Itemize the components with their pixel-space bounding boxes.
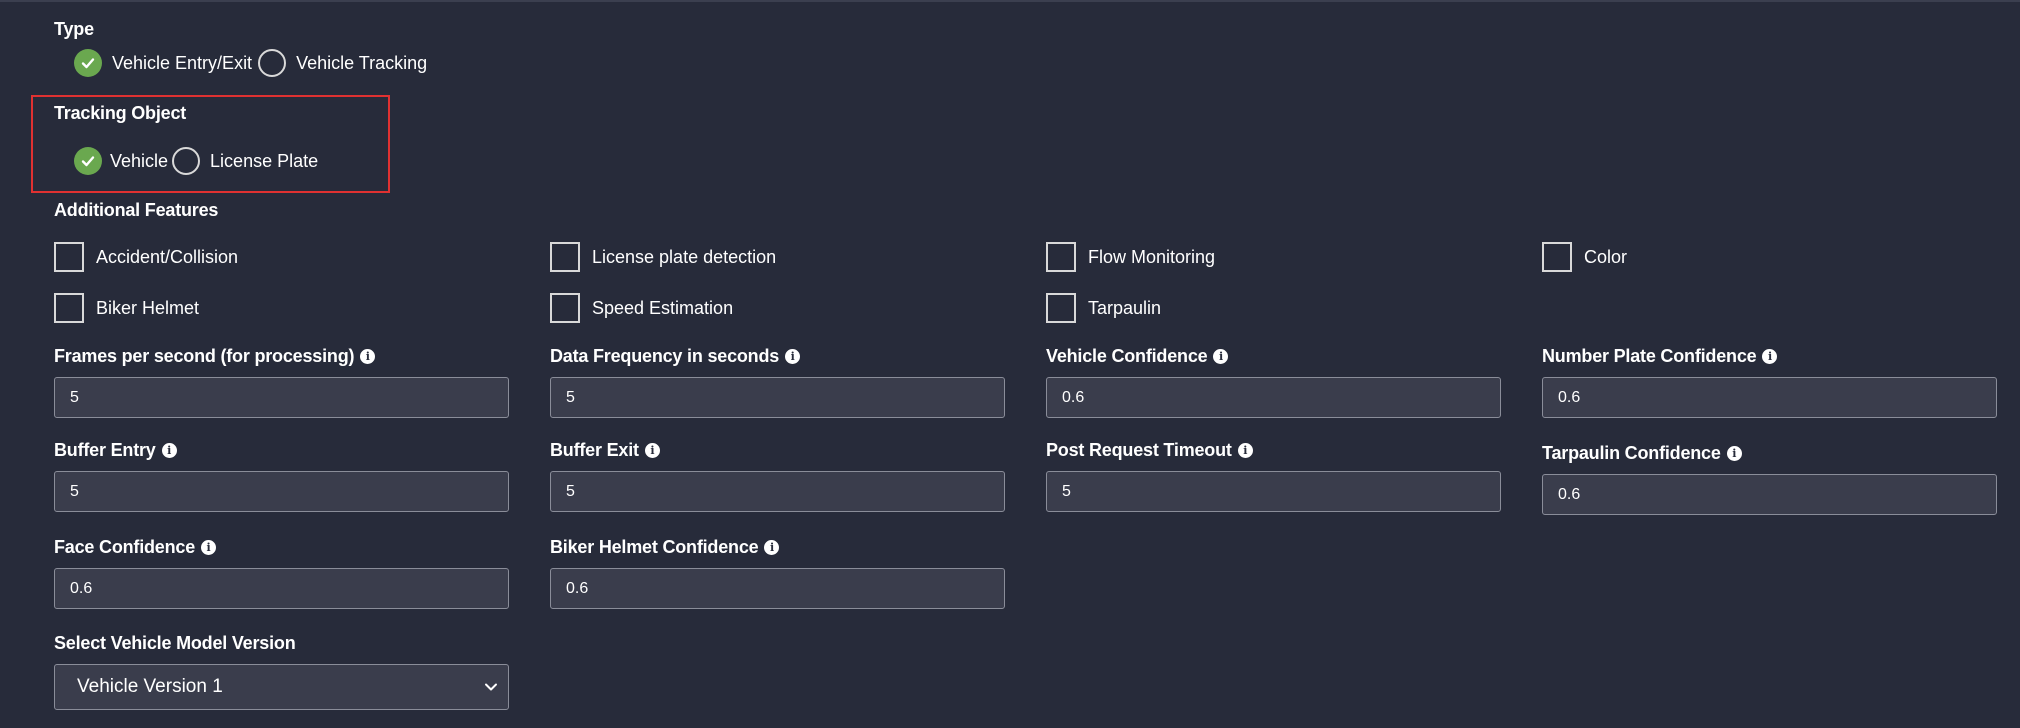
field-fps: Frames per second (for processing) i: [54, 346, 550, 418]
feature-license-plate-detection[interactable]: License plate detection: [550, 242, 1046, 272]
fields-row-3: Face Confidence i Biker Helmet Confidence…: [54, 537, 1996, 609]
fps-input[interactable]: [54, 377, 509, 418]
fields-row-1: Frames per second (for processing) i Data…: [54, 346, 1997, 418]
field-label: Post Request Timeout: [1046, 440, 1232, 460]
checkbox[interactable]: [54, 242, 84, 272]
buffer-exit-input[interactable]: [550, 471, 1005, 512]
radio-label: Vehicle Entry/Exit: [112, 52, 253, 73]
type-radio-group: Vehicle Entry/Exit Vehicle Tracking: [74, 49, 433, 77]
checkbox[interactable]: [54, 293, 84, 323]
field-label: Number Plate Confidence: [1542, 346, 1757, 366]
feature-biker-helmet[interactable]: Biker Helmet: [54, 293, 550, 323]
additional-features-title: Additional Features: [54, 200, 219, 220]
field-data-frequency: Data Frequency in seconds i: [550, 346, 1046, 418]
info-icon[interactable]: i: [161, 443, 177, 458]
checkbox-label: Accident/Collision: [96, 246, 239, 267]
field-post-request-timeout: Post Request Timeout i: [1046, 440, 1542, 515]
features-row-2: Biker Helmet Speed Estimation Tarpaulin: [54, 293, 1996, 323]
features-row-1: Accident/Collision License plate detecti…: [54, 242, 1996, 272]
field-label: Tarpaulin Confidence: [1542, 443, 1721, 463]
type-title: Type: [54, 19, 94, 39]
data-frequency-input[interactable]: [550, 377, 1005, 418]
feature-flow-monitoring[interactable]: Flow Monitoring: [1046, 242, 1542, 272]
tarpaulin-confidence-input[interactable]: [1542, 474, 1997, 515]
radio-license-plate[interactable]: [172, 147, 201, 175]
field-label: Frames per second (for processing): [54, 346, 355, 366]
field-buffer-entry: Buffer Entry i: [54, 440, 550, 515]
radio-label: License Plate: [210, 150, 319, 171]
checkbox-label: Flow Monitoring: [1088, 246, 1216, 267]
radio-vehicle[interactable]: [74, 147, 102, 175]
biker-helmet-confidence-input[interactable]: [550, 568, 1005, 609]
field-label: Data Frequency in seconds: [550, 346, 780, 366]
checkbox[interactable]: [550, 293, 580, 323]
feature-accident-collision[interactable]: Accident/Collision: [54, 242, 550, 272]
info-icon[interactable]: i: [764, 540, 780, 555]
vehicle-confidence-input[interactable]: [1046, 377, 1501, 418]
field-label: Buffer Entry: [54, 440, 156, 460]
field-vehicle-confidence: Vehicle Confidence i: [1046, 346, 1542, 418]
checkbox[interactable]: [1542, 242, 1572, 272]
info-icon[interactable]: i: [1762, 349, 1778, 364]
field-buffer-exit: Buffer Exit i: [550, 440, 1046, 515]
field-label: Biker Helmet Confidence: [550, 537, 759, 557]
checkbox-label: Color: [1584, 246, 1628, 267]
checkbox[interactable]: [1046, 242, 1076, 272]
settings-form: Type Vehicle Entry/Exit Vehicle Tracking…: [0, 0, 2020, 728]
model-version-select[interactable]: Vehicle Version 1: [54, 664, 509, 710]
check-icon: [81, 156, 95, 167]
field-label: Vehicle Confidence: [1046, 346, 1208, 366]
tracking-radio-group: Vehicle License Plate: [74, 147, 324, 175]
field-face-confidence: Face Confidence i: [54, 537, 550, 609]
radio-vehicle-entry-exit[interactable]: [74, 49, 102, 77]
post-request-timeout-input[interactable]: [1046, 471, 1501, 512]
feature-color[interactable]: Color: [1542, 242, 2020, 272]
number-plate-confidence-input[interactable]: [1542, 377, 1997, 418]
info-icon[interactable]: i: [1726, 446, 1742, 461]
checkbox-label: Speed Estimation: [592, 297, 734, 318]
select-value: Vehicle Version 1: [77, 676, 223, 697]
field-biker-helmet-confidence: Biker Helmet Confidence i: [550, 537, 1046, 609]
face-confidence-input[interactable]: [54, 568, 509, 609]
checkbox[interactable]: [550, 242, 580, 272]
info-icon[interactable]: i: [644, 443, 660, 458]
checkbox[interactable]: [1046, 293, 1076, 323]
info-icon[interactable]: i: [1213, 349, 1229, 364]
info-icon[interactable]: i: [785, 349, 801, 364]
checkbox-label: Biker Helmet: [96, 297, 200, 318]
info-icon[interactable]: i: [360, 349, 376, 364]
info-icon[interactable]: i: [201, 540, 217, 555]
feature-tarpaulin[interactable]: Tarpaulin: [1046, 293, 1542, 323]
check-icon: [81, 58, 95, 69]
radio-vehicle-tracking[interactable]: [258, 49, 287, 77]
field-number-plate-confidence: Number Plate Confidence i: [1542, 346, 2020, 418]
tracking-object-title: Tracking Object: [54, 103, 187, 123]
checkbox-label: Tarpaulin: [1088, 297, 1162, 318]
model-version-label: Select Vehicle Model Version: [54, 633, 296, 653]
checkbox-label: License plate detection: [592, 246, 777, 267]
radio-label: Vehicle: [110, 150, 169, 171]
radio-label: Vehicle Tracking: [296, 52, 428, 73]
fields-row-2: Buffer Entry i Buffer Exit i Post Request …: [54, 440, 1997, 515]
feature-speed-estimation[interactable]: Speed Estimation: [550, 293, 1046, 323]
info-icon[interactable]: i: [1237, 443, 1253, 458]
field-label: Buffer Exit: [550, 440, 639, 460]
field-tarpaulin-confidence: Tarpaulin Confidence i: [1542, 440, 2020, 515]
field-label: Face Confidence: [54, 537, 196, 557]
chevron-down-icon: [485, 683, 497, 691]
buffer-entry-input[interactable]: [54, 471, 509, 512]
